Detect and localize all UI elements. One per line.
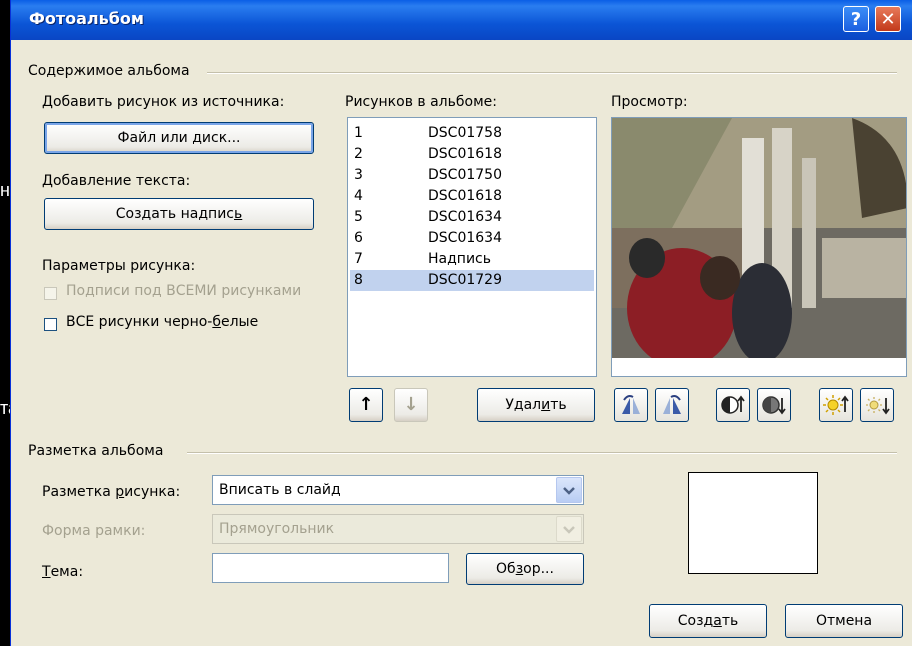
- layout-preview-box: [688, 472, 818, 574]
- group-divider: [187, 452, 897, 454]
- contrast-up-icon: [721, 395, 745, 414]
- picture-layout-value: Вписать в слайд: [219, 482, 341, 498]
- frame-shape-label: Форма рамки:: [42, 523, 146, 539]
- move-up-button[interactable]: ↑: [349, 388, 383, 422]
- list-item-selected[interactable]: 8 DSC01729: [350, 270, 594, 291]
- list-item[interactable]: 4 DSC01618: [350, 186, 594, 207]
- brightness-up-button[interactable]: [819, 388, 853, 422]
- captions-below-all-label: Подписи под ВСЕМИ рисунками: [66, 283, 302, 299]
- cancel-button[interactable]: Отмена: [785, 604, 903, 638]
- all-black-white-checkbox[interactable]: [44, 318, 57, 331]
- list-item[interactable]: 6 DSC01634: [350, 228, 594, 249]
- button-label: Создать надпис: [115, 206, 234, 222]
- preview-photo-icon: [612, 118, 906, 376]
- list-item[interactable]: 7 Надпись: [350, 249, 594, 270]
- button-label: иск...: [201, 130, 241, 146]
- album-content-heading: Содержимое альбома: [28, 63, 190, 79]
- delete-button[interactable]: Удалить: [477, 388, 595, 422]
- theme-label: Тема:: [42, 564, 84, 580]
- chevron-down-icon: [563, 526, 575, 534]
- rotate-right-button[interactable]: [655, 388, 689, 422]
- album-layout-heading: Разметка альбома: [28, 443, 164, 459]
- preview-label: Просмотр:: [611, 94, 688, 110]
- list-item[interactable]: 1 DSC01758: [350, 123, 594, 144]
- browse-button[interactable]: Обзор...: [466, 553, 584, 585]
- contrast-down-icon: [762, 396, 786, 415]
- picture-layout-label: Разметка рисунка:: [42, 484, 181, 500]
- button-label: Файл или: [117, 130, 193, 146]
- all-black-white-label: ВСЕ рисунки черно-белые: [66, 314, 259, 330]
- rotate-left-button[interactable]: [614, 388, 648, 422]
- file-or-disk-button[interactable]: Файл или диск...: [44, 122, 314, 154]
- group-divider: [207, 72, 897, 74]
- button-accelerator: д: [192, 130, 202, 146]
- help-button[interactable]: ?: [843, 6, 869, 32]
- pictures-in-album-label: Рисунков в альбоме:: [345, 94, 497, 110]
- contrast-down-button[interactable]: [757, 388, 791, 422]
- brightness-up-icon: [823, 395, 849, 415]
- brightness-down-icon: [866, 397, 890, 415]
- close-button[interactable]: ✕: [875, 6, 901, 32]
- add-text-label: Добавление текста:: [42, 173, 191, 189]
- create-button[interactable]: Создать: [649, 604, 767, 638]
- preview-image: [611, 117, 907, 377]
- button-accelerator: ь: [234, 206, 243, 222]
- arrow-down-icon: ↓: [403, 394, 419, 415]
- picture-options-label: Параметры рисунка:: [42, 258, 196, 274]
- chevron-down-icon: [563, 487, 575, 495]
- list-item[interactable]: 3 DSC01750: [350, 165, 594, 186]
- rotate-left-icon: [622, 395, 640, 414]
- title-bar[interactable]: Фотоальбом ? ✕: [11, 0, 912, 40]
- captions-below-all-checkbox[interactable]: [44, 287, 57, 300]
- brightness-down-button[interactable]: [860, 388, 894, 422]
- list-item[interactable]: 5 DSC01634: [350, 207, 594, 228]
- arrow-up-icon: ↑: [358, 394, 374, 415]
- window-title: Фотоальбом: [29, 9, 144, 28]
- move-down-button[interactable]: ↓: [394, 388, 428, 422]
- contrast-up-button[interactable]: [716, 388, 750, 422]
- picture-layout-select[interactable]: Вписать в слайд: [212, 475, 584, 505]
- pictures-listbox[interactable]: 1 DSC01758 2 DSC01618 3 DSC01750 4 DSC01618 …: [347, 117, 597, 377]
- photo-album-dialog: Фотоальбом ? ✕ Содержимое альбома Добави…: [10, 0, 912, 646]
- dropdown-arrow-button[interactable]: [556, 477, 582, 503]
- add-picture-label: Добавить рисунок из источника:: [42, 94, 285, 110]
- create-caption-button[interactable]: Создать надпись: [44, 198, 314, 230]
- theme-input[interactable]: [212, 553, 449, 583]
- dropdown-arrow-button[interactable]: [556, 516, 582, 542]
- list-item[interactable]: 2 DSC01618: [350, 144, 594, 165]
- frame-shape-value: Прямоугольник: [219, 521, 335, 537]
- frame-shape-select[interactable]: Прямоугольник: [212, 514, 584, 544]
- rotate-right-icon: [663, 395, 681, 414]
